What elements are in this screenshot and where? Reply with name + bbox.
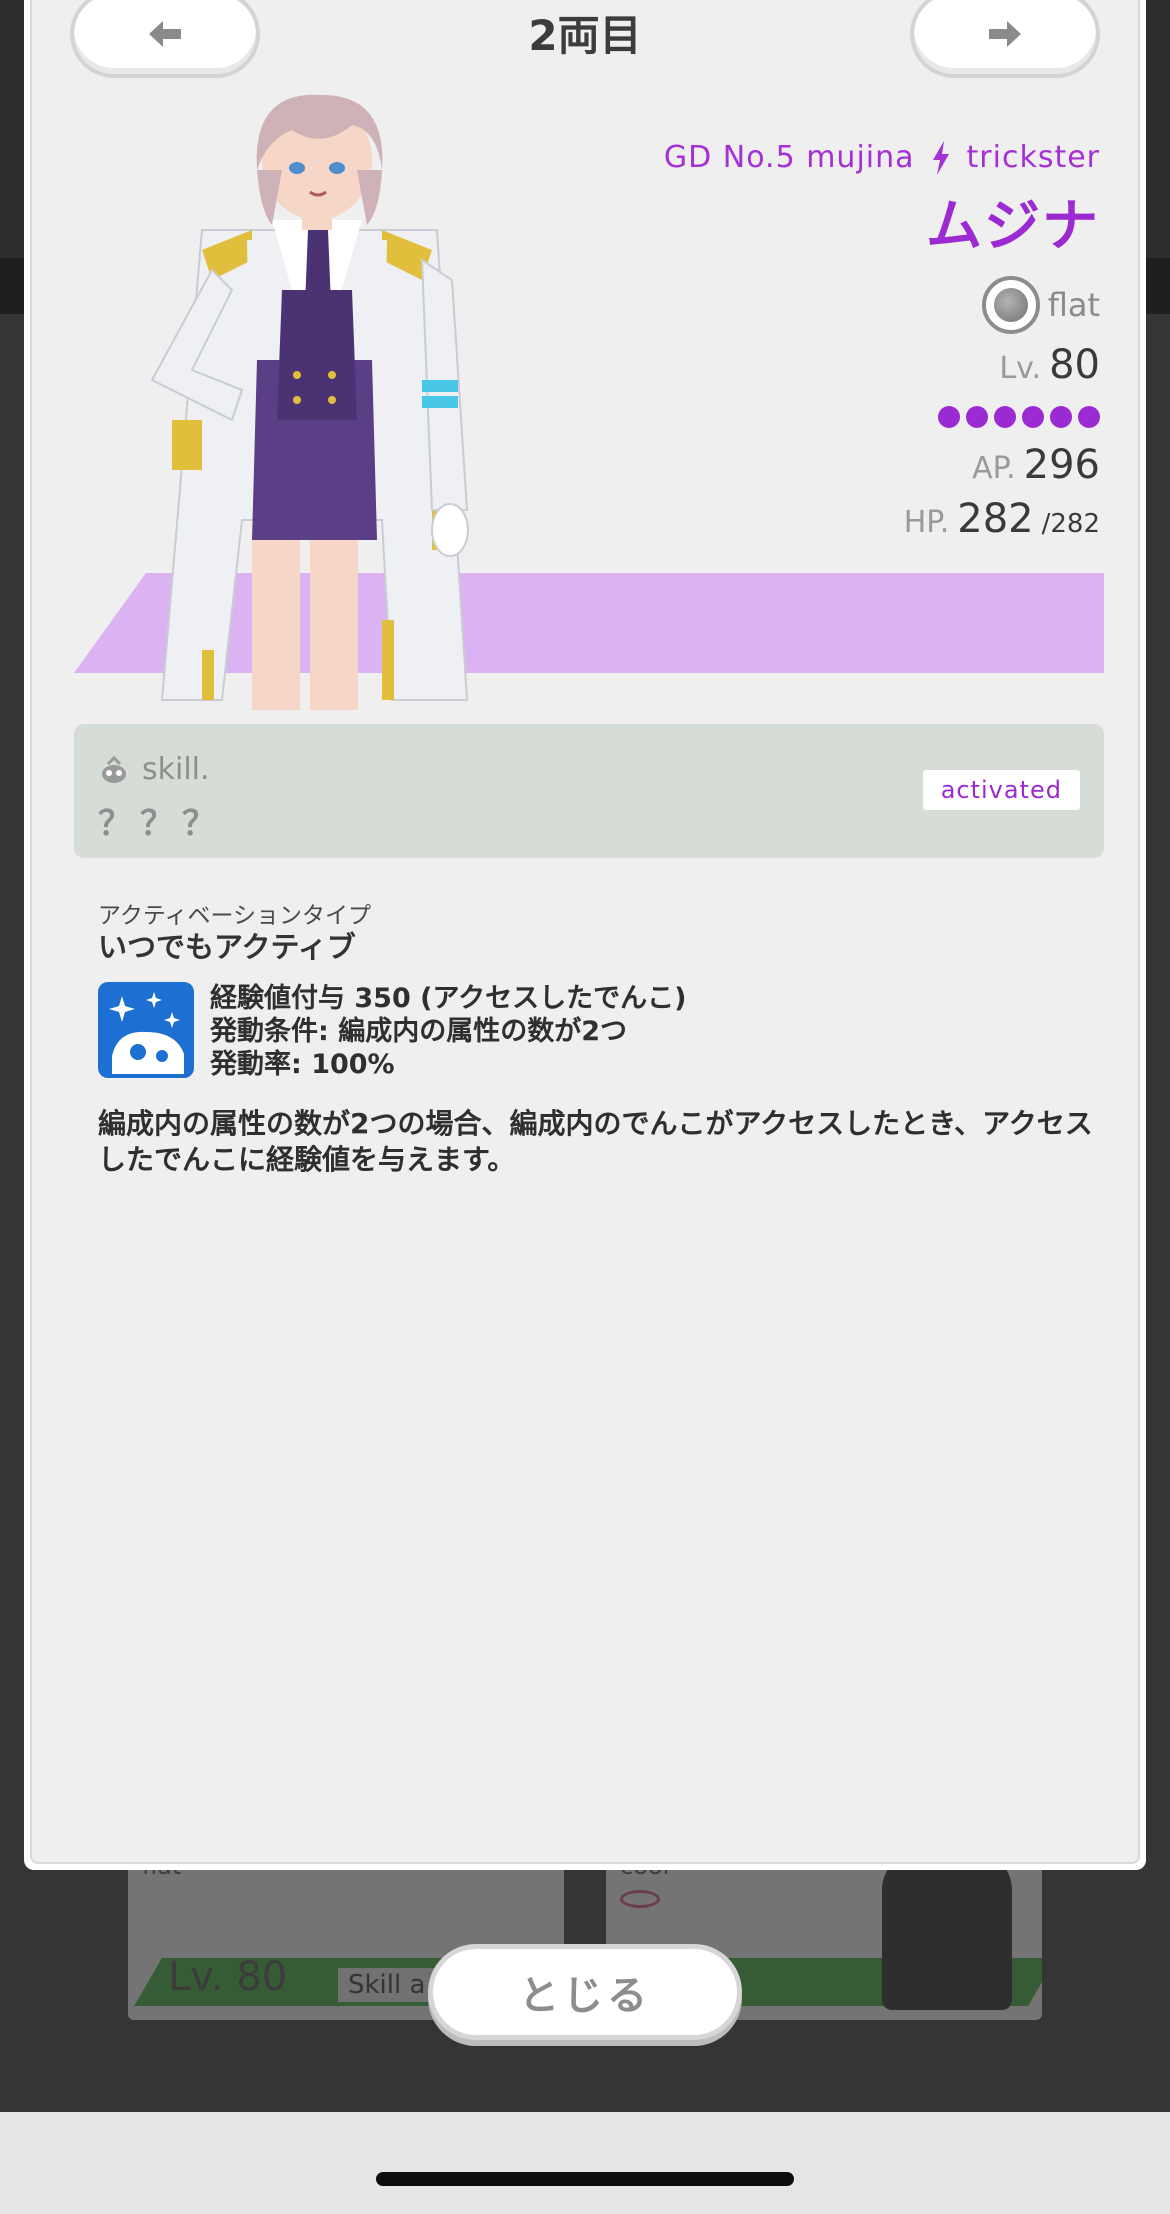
- lightning-icon: [932, 140, 949, 175]
- rarity-dot: [938, 406, 960, 428]
- character-detail-modal: 2両目 GD No.5 mujina trickster ムジナ flat Lv…: [24, 0, 1146, 1870]
- rarity-dot: [966, 406, 988, 428]
- ap-value: 296: [1023, 442, 1100, 488]
- hp-value: 282: [957, 496, 1034, 542]
- home-indicator[interactable]: [376, 2172, 794, 2186]
- effect-line: 経験値付与 350 (アクセスしたでんこ): [210, 983, 687, 1014]
- skill-name: ？？？: [98, 804, 224, 844]
- rarity-dot: [1078, 406, 1100, 428]
- character-type: trickster: [966, 140, 1100, 175]
- character-info: GD No.5 mujina trickster ムジナ flat Lv. 80: [664, 140, 1100, 542]
- skill-box[interactable]: skill. ？？？ activated: [74, 724, 1104, 858]
- level-line: Lv. 80: [664, 342, 1100, 388]
- rarity-dot: [1022, 406, 1044, 428]
- character-portrait: [150, 94, 469, 710]
- attribute-text: flat: [1047, 286, 1100, 324]
- background-card-skill: Skill a: [338, 1968, 436, 2002]
- effect-condition: 発動条件: 編成内の属性の数が2つ: [210, 1016, 627, 1047]
- close-button[interactable]: とじる: [428, 1944, 742, 2040]
- hp-max: /282: [1041, 509, 1100, 539]
- hp-line: HP. 282 /282: [664, 496, 1100, 542]
- rarity-dots: [664, 406, 1100, 428]
- activation-type-value: いつでもアクティブ: [98, 930, 356, 964]
- character-name: ムジナ: [926, 194, 1100, 259]
- skill-status-badge: activated: [922, 770, 1080, 810]
- background-card-level-value: 80: [236, 1954, 288, 2000]
- character-code-line: GD No.5 mujina trickster: [664, 140, 1100, 175]
- skill-icon: [102, 755, 126, 783]
- bottom-bar: [0, 2112, 1170, 2214]
- background-card-level-label: Lv.: [168, 1954, 224, 2000]
- arrow-right-icon: [989, 21, 1021, 47]
- flat-attribute-icon: [981, 276, 1040, 334]
- skill-description: 編成内の属性の数が2つの場合、編成内のでんこがアクセスしたとき、アクセスしたでん…: [98, 1107, 1093, 1176]
- effect-details: 経験値付与 350 (アクセスしたでんこ) 発動条件: 編成内の属性の数が2つ …: [210, 982, 687, 1081]
- next-button[interactable]: [910, 0, 1100, 78]
- character-panel: GD No.5 mujina trickster ムジナ flat Lv. 80: [32, 70, 1138, 710]
- ring-icon: [620, 1890, 660, 1908]
- skill-label-row: skill.: [100, 752, 210, 787]
- character-code: GD No.5 mujina: [663, 140, 915, 175]
- background-card-level: Lv. 80: [168, 1954, 287, 2000]
- skill-label: skill.: [142, 752, 210, 787]
- effect-rate: 発動率: 100%: [210, 1049, 395, 1080]
- level-label: Lv.: [999, 351, 1042, 386]
- ap-label: AP.: [972, 451, 1016, 486]
- level-value: 80: [1049, 342, 1100, 388]
- experience-effect-icon: [98, 982, 194, 1078]
- background-card-portrait: [882, 1850, 1012, 2010]
- rarity-dot: [994, 406, 1016, 428]
- ap-line: AP. 296: [664, 442, 1100, 488]
- hp-label: HP.: [903, 505, 950, 540]
- modal-body: 2両目 GD No.5 mujina trickster ムジナ flat Lv…: [30, 0, 1140, 1864]
- attribute-line: flat: [664, 276, 1100, 334]
- rarity-dot: [1050, 406, 1072, 428]
